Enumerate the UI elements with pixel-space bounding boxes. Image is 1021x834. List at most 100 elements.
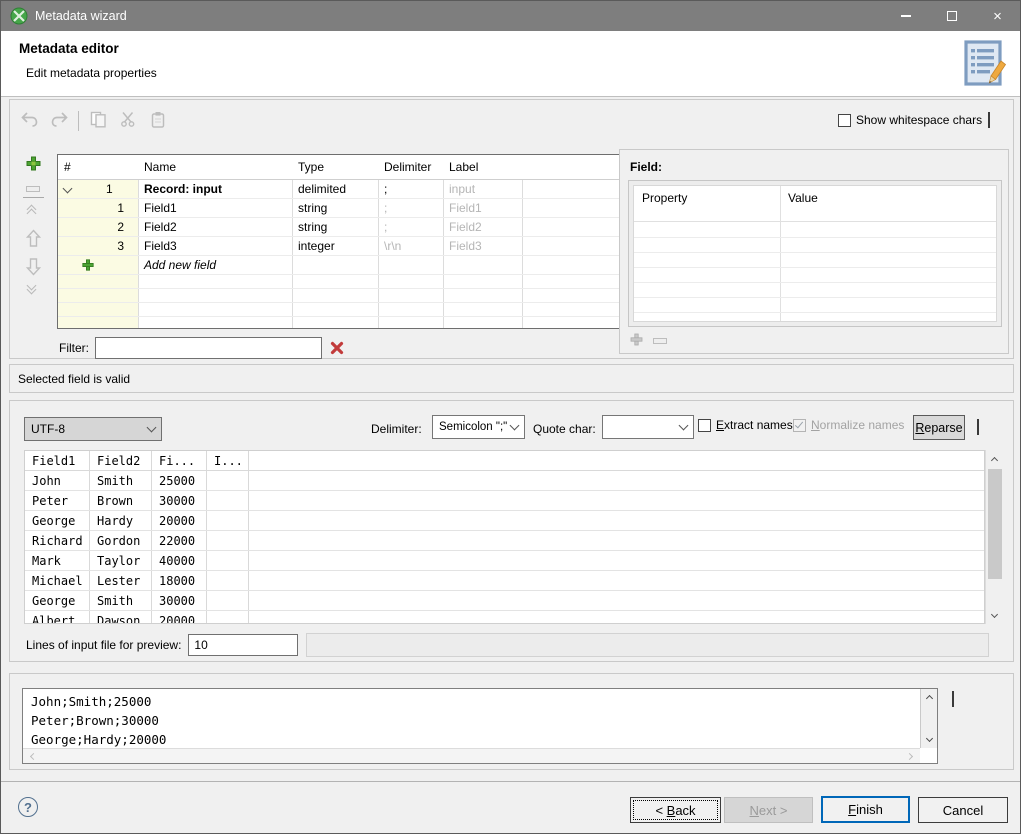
preview-row[interactable]: MichaelLester18000: [25, 571, 985, 591]
reparse-button[interactable]: Reparse: [913, 415, 965, 440]
collapse-chevron-icon[interactable]: [63, 184, 73, 194]
quote-char-combobox[interactable]: [602, 415, 694, 439]
property-col-header[interactable]: Property: [642, 191, 687, 205]
finish-button[interactable]: Finish: [821, 796, 910, 823]
copy-button[interactable]: [87, 110, 109, 132]
record-type: delimited: [292, 180, 378, 198]
undo-icon: [20, 111, 39, 131]
scroll-up-arrow[interactable]: [921, 689, 937, 705]
scroll-thumb[interactable]: [988, 469, 1002, 579]
preview-vscrollbar[interactable]: [985, 450, 1003, 624]
copy-icon: [90, 111, 107, 131]
maximize-section-icon[interactable]: [952, 691, 954, 707]
minus-icon: [26, 186, 40, 192]
page-subtitle: Edit metadata properties: [26, 66, 157, 80]
preview-row[interactable]: RichardGordon22000: [25, 531, 985, 551]
minimize-icon: [901, 15, 911, 17]
field-row[interactable]: 1 Field1 string ; Field1: [58, 199, 620, 218]
preview-row[interactable]: JohnSmith25000: [25, 471, 985, 491]
preview-row[interactable]: PeterBrown30000: [25, 491, 985, 511]
add-new-field-row[interactable]: Add new field: [58, 256, 620, 275]
mini-toolbar-separator: [23, 197, 44, 198]
preview-col-header[interactable]: I...: [207, 451, 249, 470]
cancel-label: Cancel: [943, 803, 983, 818]
col-header-name[interactable]: Name: [138, 155, 292, 179]
wizard-header: Metadata editor Edit metadata properties: [1, 31, 1020, 97]
help-button[interactable]: ?: [18, 797, 38, 817]
col-header-num[interactable]: #: [58, 155, 138, 179]
scroll-down-arrow[interactable]: [921, 732, 937, 748]
raw-hscrollbar[interactable]: [23, 748, 920, 763]
preview-col-header[interactable]: Fi...: [152, 451, 207, 470]
preview-col-header[interactable]: Field1: [25, 451, 90, 470]
normalize-names-label: Normalize names: [811, 418, 904, 432]
page-title: Metadata editor: [19, 41, 119, 56]
scroll-right-arrow[interactable]: [904, 749, 918, 763]
preview-lines-input[interactable]: [188, 634, 298, 656]
paste-button[interactable]: [147, 110, 169, 132]
redo-button[interactable]: [48, 110, 70, 132]
back-button[interactable]: < Back: [630, 797, 721, 823]
scroll-up-arrow[interactable]: [986, 450, 1003, 467]
field-row[interactable]: 3 Field3 integer \r\n Field3: [58, 237, 620, 256]
scroll-down-arrow[interactable]: [986, 607, 1003, 624]
add-property-button[interactable]: [630, 333, 643, 349]
property-actions: [630, 333, 667, 349]
toolbar-separator: [78, 111, 79, 131]
maximize-section-icon[interactable]: [977, 419, 979, 435]
col-header-delimiter[interactable]: Delimiter: [378, 155, 443, 179]
raw-preview-textarea[interactable]: John;Smith;25000 Peter;Brown;30000 Georg…: [22, 688, 938, 764]
clear-filter-button[interactable]: [330, 341, 344, 355]
minimize-button[interactable]: [883, 1, 928, 31]
delimiter-label: Delimiter:: [371, 422, 422, 436]
metadata-wizard-window: Metadata wizard × Metadata editor Edit m…: [0, 0, 1021, 834]
close-button[interactable]: ×: [975, 1, 1020, 31]
raw-line: John;Smith;25000: [31, 692, 920, 711]
charset-combobox[interactable]: UTF-8: [24, 417, 162, 441]
show-whitespace-label: Show whitespace chars: [856, 113, 982, 127]
remove-property-button[interactable]: [653, 338, 667, 344]
normalize-names-checkbox: [793, 419, 806, 432]
filter-input[interactable]: [95, 337, 322, 359]
move-top-button[interactable]: [28, 206, 35, 217]
extract-names-checkbox[interactable]: [698, 419, 711, 432]
footer-bar: ? < Back Next > Finish Cancel: [1, 781, 1020, 834]
maximize-section-icon[interactable]: [988, 112, 990, 128]
remove-field-button[interactable]: [26, 181, 40, 195]
raw-preview-group: John;Smith;25000 Peter;Brown;30000 Georg…: [9, 673, 1014, 770]
move-down-button[interactable]: [26, 254, 41, 276]
cancel-button[interactable]: Cancel: [918, 797, 1008, 823]
preview-row-clipped[interactable]: AlbertDawson20000: [25, 611, 985, 624]
finish-label: Finish: [848, 802, 883, 817]
chevron-down-icon: [679, 421, 689, 431]
titlebar[interactable]: Metadata wizard ×: [1, 1, 1020, 31]
plus-icon: [82, 259, 94, 274]
maximize-button[interactable]: [929, 1, 974, 31]
raw-vscrollbar[interactable]: [920, 689, 937, 748]
preview-row[interactable]: GeorgeHardy20000: [25, 511, 985, 531]
show-whitespace-checkbox[interactable]: [838, 114, 851, 127]
preview-row[interactable]: GeorgeSmith30000: [25, 591, 985, 611]
delimiter-combobox[interactable]: Semicolon ";": [432, 415, 525, 439]
undo-button[interactable]: [18, 110, 40, 132]
edit-toolbar: [18, 108, 718, 134]
record-row[interactable]: 1 Record: input delimited ; input: [58, 180, 620, 199]
status-message: Selected field is valid: [18, 372, 130, 386]
preview-row[interactable]: MarkTaylor40000: [25, 551, 985, 571]
charset-value: UTF-8: [31, 422, 148, 436]
scroll-left-arrow[interactable]: [25, 749, 39, 763]
col-header-label[interactable]: Label: [443, 155, 522, 179]
quote-char-label: Quote char:: [533, 422, 596, 436]
preview-lines-label: Lines of input file for preview:: [26, 638, 181, 652]
move-up-button[interactable]: [26, 229, 41, 251]
field-row[interactable]: 2 Field2 string ; Field2: [58, 218, 620, 237]
back-label: < Back: [655, 803, 695, 818]
clover-app-icon: [10, 7, 28, 28]
filter-row: Filter:: [47, 336, 344, 360]
col-header-type[interactable]: Type: [292, 155, 378, 179]
cut-button[interactable]: [117, 110, 139, 132]
move-bottom-button[interactable]: [28, 282, 35, 293]
preview-col-header[interactable]: Field2: [90, 451, 152, 470]
add-field-button[interactable]: [26, 156, 41, 174]
value-col-header[interactable]: Value: [788, 191, 818, 205]
